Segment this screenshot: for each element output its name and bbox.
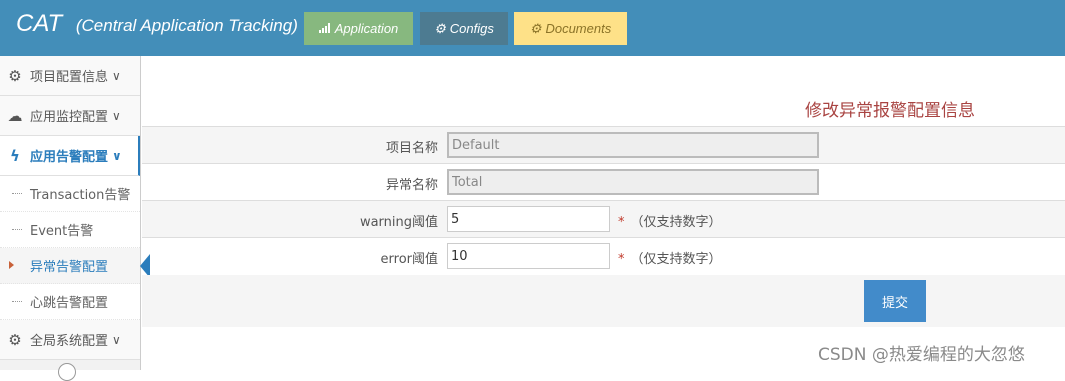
- cloud-icon: ☁: [7, 106, 23, 125]
- sidebar-subitem-transaction[interactable]: Transaction告警: [0, 176, 140, 212]
- subitem-label: Transaction告警: [30, 188, 131, 203]
- field-label: warning阈值: [359, 215, 438, 230]
- signal-icon: [318, 21, 331, 36]
- cogs-icon: ⚙: [529, 20, 542, 36]
- tree-dash: [12, 193, 22, 194]
- required-mark: *: [618, 252, 625, 267]
- project-name-field[interactable]: [447, 132, 819, 158]
- field-label: error阈值: [380, 252, 438, 267]
- documents-label: Documents: [545, 21, 612, 36]
- brand-name: CAT: [16, 10, 63, 37]
- sidebar-item-label: 项目配置信息: [30, 70, 109, 85]
- sidebar-item-label: 应用告警配置: [30, 150, 109, 165]
- configs-button[interactable]: ⚙ Configs: [420, 12, 508, 45]
- field-label: 项目名称: [385, 141, 438, 156]
- form-actions: [142, 275, 1065, 327]
- sidebar: ⚙ 项目配置信息 ∨ ☁ 应用监控配置 ∨ ϟ 应用告警配置 ∨ Transac…: [0, 56, 150, 370]
- form-row-warning: warning阈值 * （仅支持数字）: [142, 200, 1065, 237]
- sidebar-subitem-event[interactable]: Event告警: [0, 212, 140, 248]
- subitem-label: 异常告警配置: [30, 260, 109, 275]
- sidebar-collapse-button[interactable]: [58, 363, 76, 381]
- chevron-down-icon: ∨: [112, 332, 121, 347]
- chevron-down-icon: ∨: [112, 148, 122, 163]
- error-threshold-input[interactable]: [447, 243, 610, 269]
- hint-text: （仅支持数字）: [630, 215, 722, 230]
- field-label: 异常名称: [385, 178, 438, 193]
- sidebar-item-app-monitor[interactable]: ☁ 应用监控配置 ∨: [0, 96, 140, 136]
- form-row-exception: 异常名称: [142, 163, 1065, 200]
- tree-dash: [12, 229, 22, 230]
- subitem-label: 心跳告警配置: [30, 296, 109, 311]
- gear-icon: ⚙: [8, 330, 22, 349]
- watermark: CSDN @热爱编程的大忽悠: [818, 345, 1025, 365]
- cogs-icon: ⚙: [434, 20, 446, 36]
- brand-subtitle: (Central Application Tracking): [75, 16, 298, 35]
- cogs-icon: ⚙: [8, 66, 22, 85]
- sidebar-subitem-exception[interactable]: 异常告警配置: [0, 248, 150, 284]
- numeric-hint: * （仅支持数字）: [618, 248, 722, 267]
- brand[interactable]: CAT (Central Application Tracking): [16, 10, 298, 38]
- exception-name-field[interactable]: [447, 169, 819, 195]
- required-mark: *: [618, 215, 625, 230]
- documents-button[interactable]: ⚙ Documents: [514, 12, 627, 45]
- bolt-icon: ϟ: [10, 146, 20, 165]
- chevron-down-icon: ∨: [112, 68, 121, 83]
- tree-dash: [12, 301, 22, 302]
- sidebar-subitem-heartbeat[interactable]: 心跳告警配置: [0, 284, 140, 320]
- page-title: 修改异常报警配置信息: [805, 101, 975, 121]
- sidebar-item-app-alert[interactable]: ϟ 应用告警配置 ∨: [0, 136, 140, 176]
- application-button[interactable]: Application: [304, 12, 413, 45]
- top-navbar: CAT (Central Application Tracking) Appli…: [0, 0, 1065, 56]
- submit-button[interactable]: 提交: [864, 280, 926, 322]
- warning-threshold-input[interactable]: [447, 206, 610, 232]
- sidebar-item-label: 应用监控配置: [30, 110, 109, 125]
- numeric-hint: * （仅支持数字）: [618, 211, 722, 230]
- form-row-project: 项目名称: [142, 126, 1065, 163]
- caret-right-icon: [9, 261, 14, 269]
- sidebar-item-project-config[interactable]: ⚙ 项目配置信息 ∨: [0, 56, 140, 96]
- configs-label: Configs: [449, 21, 494, 36]
- chevron-down-icon: ∨: [112, 108, 121, 123]
- sidebar-item-global-config[interactable]: ⚙ 全局系统配置 ∨: [0, 320, 140, 360]
- form-row-error: error阈值 * （仅支持数字）: [142, 237, 1065, 275]
- hint-text: （仅支持数字）: [630, 252, 722, 267]
- subitem-label: Event告警: [30, 224, 94, 239]
- application-label: Application: [334, 21, 399, 36]
- sidebar-item-label: 全局系统配置: [30, 334, 109, 349]
